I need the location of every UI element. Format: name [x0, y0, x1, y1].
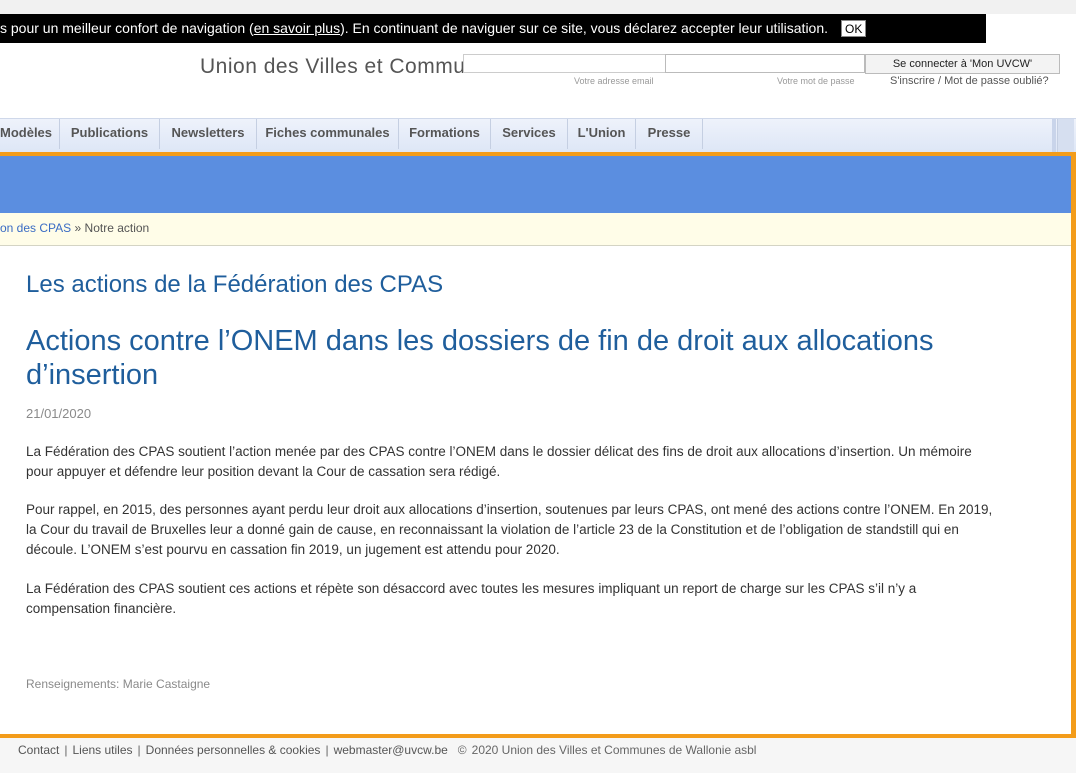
account-links-separator: /	[937, 75, 942, 87]
breadcrumb: on des CPAS » Notre action	[0, 213, 1071, 246]
email-label: Votre adresse email	[574, 76, 654, 86]
nav-item-newsletters[interactable]: Newsletters	[160, 119, 257, 149]
footer-email-link[interactable]: webmaster@uvcw.be	[334, 743, 448, 757]
article-paragraph-1: La Fédération des CPAS soutient l’action…	[26, 444, 972, 479]
footer-contact-link[interactable]: Contact	[18, 743, 59, 757]
top-strip	[0, 0, 1076, 14]
section-title: Les actions de la Fédération des CPAS	[26, 271, 444, 298]
footer-separator: |	[64, 743, 68, 757]
article-paragraph-3: La Fédération des CPAS soutient ces acti…	[26, 581, 917, 616]
nav-item-presse[interactable]: Presse	[636, 119, 703, 149]
article-title: Actions contre l’ONEM dans les dossiers …	[26, 325, 934, 391]
account-links: S'inscrire / Mot de passe oublié?	[890, 75, 1049, 87]
main-nav: Modèles Publications Newsletters Fiches …	[0, 118, 1076, 153]
footer-separator: |	[325, 743, 329, 757]
cookie-ok-button[interactable]: OK	[841, 20, 867, 37]
nav-end-tab	[1057, 119, 1074, 153]
cookie-banner: s pour un meilleur confort de navigation…	[0, 14, 986, 43]
forgot-password-link[interactable]: Mot de passe oublié?	[944, 75, 1049, 87]
nav-item-fiches-communales[interactable]: Fiches communales	[257, 119, 399, 149]
cookie-text-after: ). En continuant de naviguer sur ce site…	[340, 20, 829, 36]
cookie-text-before: s pour un meilleur confort de navigation…	[0, 20, 254, 36]
footer-privacy-link[interactable]: Données personnelles & cookies	[146, 743, 321, 757]
banner-band	[0, 156, 1071, 213]
password-label: Votre mot de passe	[777, 76, 855, 86]
footer-separator: |	[137, 743, 141, 757]
breadcrumb-separator: »	[74, 221, 82, 235]
article-paragraph-2: Pour rappel, en 2015, des personnes ayan…	[26, 502, 993, 557]
nav-item-publications[interactable]: Publications	[60, 119, 160, 149]
nav-item-formations[interactable]: Formations	[399, 119, 491, 149]
main-content: Les actions de la Fédération des CPAS Ac…	[0, 246, 1071, 734]
email-input[interactable]	[463, 54, 667, 73]
article-date: 21/01/2020	[26, 406, 92, 421]
footer-liens-utiles-link[interactable]: Liens utiles	[72, 743, 132, 757]
login-button[interactable]: Se connecter à 'Mon UVCW'	[865, 54, 1060, 74]
cookie-learn-more-link[interactable]: en savoir plus	[254, 20, 340, 36]
nav-item-modeles[interactable]: Modèles	[0, 119, 60, 149]
article-contact: Renseignements: Marie Castaigne	[26, 677, 211, 691]
copyright-symbol: ©	[457, 743, 467, 757]
breadcrumb-current: Notre action	[84, 221, 150, 235]
site-header: Union des Villes et Communes de Wallonie…	[0, 43, 1076, 118]
site-footer: Contact | Liens utiles | Données personnelle…	[0, 738, 1076, 773]
nav-item-services[interactable]: Services	[491, 119, 568, 149]
nav-end-block	[1052, 119, 1056, 153]
register-link[interactable]: S'inscrire	[890, 75, 935, 87]
footer-copyright: 2020 Union des Villes et Communes de Wal…	[471, 743, 757, 757]
content-frame-right	[1071, 152, 1076, 738]
nav-item-union[interactable]: L'Union	[568, 119, 636, 149]
breadcrumb-parent-link[interactable]: on des CPAS	[0, 221, 71, 235]
password-input[interactable]	[665, 54, 865, 73]
